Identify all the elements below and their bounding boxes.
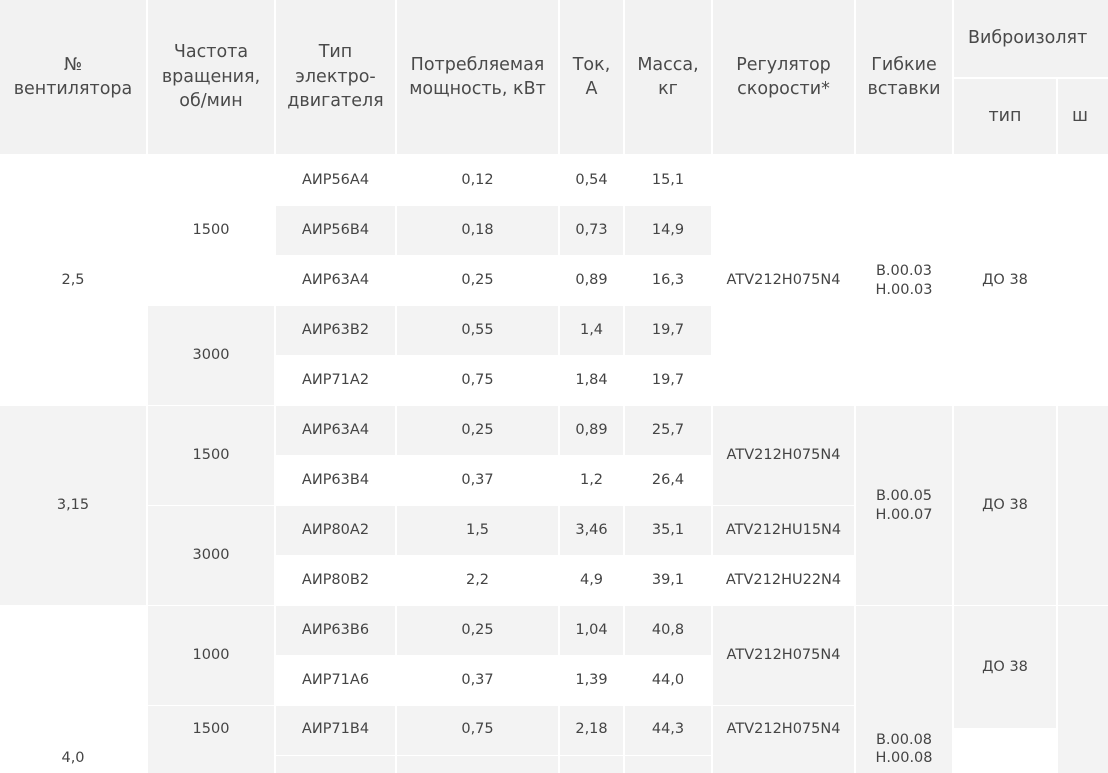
- motor-type-cell: АИР71А2: [276, 356, 395, 405]
- motor-type-cell: АИР63В6: [276, 606, 395, 655]
- current-cell: 2,18: [560, 706, 623, 755]
- current-cell: 0,54: [560, 156, 623, 205]
- vibro-type-cell: ДО 38: [954, 406, 1056, 605]
- header-vibro-type: тип: [954, 79, 1056, 154]
- motor-type-cell: АИР71В4: [276, 706, 395, 755]
- mass-cell: 19,7: [625, 356, 711, 405]
- current-cell: 4,9: [560, 556, 623, 605]
- mass-cell: 15,1: [625, 156, 711, 205]
- mass-cell: 35,1: [625, 506, 711, 555]
- mass-cell: 16,3: [625, 256, 711, 305]
- power-cell: 0,55: [397, 306, 558, 355]
- rotation-speed-cell: 3000: [148, 506, 274, 605]
- power-cell: 0,75: [397, 706, 558, 755]
- header-current: Ток, А: [560, 0, 623, 154]
- row-filler: [276, 756, 395, 773]
- current-cell: 0,73: [560, 206, 623, 255]
- motor-type-cell: АИР56В4: [276, 206, 395, 255]
- rotation-speed-cell: 1000: [148, 606, 274, 705]
- current-cell: 0,89: [560, 256, 623, 305]
- row-filler: [625, 756, 711, 773]
- mass-cell: 44,0: [625, 656, 711, 705]
- fan-number-cell: 2,5: [0, 156, 146, 405]
- speed-regulator-cell: ATV212H075N4: [713, 706, 854, 773]
- motor-type-cell: АИР63В2: [276, 306, 395, 355]
- power-cell: 0,37: [397, 656, 558, 705]
- power-cell: 0,12: [397, 156, 558, 205]
- speed-regulator-cell: ATV212H075N4: [713, 156, 854, 405]
- mass-cell: 19,7: [625, 306, 711, 355]
- row-filler: [560, 756, 623, 773]
- speed-regulator-cell: ATV212H075N4: [713, 406, 854, 505]
- row-filler: [397, 756, 558, 773]
- header-motor-type: Тип электро- двигателя: [276, 0, 395, 154]
- current-cell: 0,89: [560, 406, 623, 455]
- current-cell: 1,04: [560, 606, 623, 655]
- vibro-cut-cell: [1058, 606, 1108, 773]
- power-cell: 0,25: [397, 606, 558, 655]
- motor-type-cell: АИР80В2: [276, 556, 395, 605]
- motor-type-cell: АИР80А2: [276, 506, 395, 555]
- mass-cell: 39,1: [625, 556, 711, 605]
- mass-cell: 44,3: [625, 706, 711, 755]
- fan-spec-table: № вентилятора Частота вращения, об/мин Тип…: [0, 0, 1108, 773]
- header-mass: Масса, кг: [625, 0, 711, 154]
- fan-number-cell: 4,0: [0, 606, 146, 773]
- header-speed-regulator: Регулятор скорости*: [713, 0, 854, 154]
- current-cell: 1,84: [560, 356, 623, 405]
- header-flexible-inserts: Гибкие вставки: [856, 0, 952, 154]
- current-cell: 1,2: [560, 456, 623, 505]
- speed-regulator-cell: ATV212HU15N4: [713, 506, 854, 555]
- power-cell: 2,2: [397, 556, 558, 605]
- rotation-speed-cell: 3000: [148, 306, 274, 405]
- flexible-inserts-cell: В.00.08 Н.00.08: [856, 606, 952, 773]
- power-cell: 1,5: [397, 506, 558, 555]
- power-cell: 0,18: [397, 206, 558, 255]
- header-rotation-speed: Частота вращения, об/мин: [148, 0, 274, 154]
- vibro-cut-cell: [1058, 156, 1108, 405]
- mass-cell: 14,9: [625, 206, 711, 255]
- rotation-speed-cell: 1500: [148, 156, 274, 305]
- vibro-type-cell: ДО 38: [954, 606, 1056, 728]
- power-cell: 0,25: [397, 406, 558, 455]
- header-vibro-cut: ш: [1058, 79, 1108, 154]
- motor-type-cell: АИР63А4: [276, 256, 395, 305]
- vibro-type-cell: ДО 38: [954, 156, 1056, 405]
- current-cell: 1,4: [560, 306, 623, 355]
- mass-cell: 40,8: [625, 606, 711, 655]
- flexible-inserts-cell: В.00.05 Н.00.07: [856, 406, 952, 605]
- rotation-speed-cell: 1500: [148, 406, 274, 505]
- mass-cell: 25,7: [625, 406, 711, 455]
- motor-type-cell: АИР71А6: [276, 656, 395, 705]
- current-cell: 1,39: [560, 656, 623, 705]
- speed-regulator-cell: ATV212HU22N4: [713, 556, 854, 605]
- motor-type-cell: АИР63А4: [276, 406, 395, 455]
- flexible-inserts-cell: В.00.03 Н.00.03: [856, 156, 952, 405]
- fan-number-cell: 3,15: [0, 406, 146, 605]
- current-cell: 3,46: [560, 506, 623, 555]
- header-power: Потребляемая мощность, кВт: [397, 0, 558, 154]
- vibro-type-cell-empty: [954, 730, 1056, 773]
- motor-type-cell: АИР63В4: [276, 456, 395, 505]
- power-cell: 0,75: [397, 356, 558, 405]
- motor-type-cell: АИР56А4: [276, 156, 395, 205]
- power-cell: 0,37: [397, 456, 558, 505]
- vibro-cut-cell: [1058, 406, 1108, 605]
- header-vibration-isolators: Виброизолят: [954, 0, 1108, 77]
- speed-regulator-cell: ATV212H075N4: [713, 606, 854, 705]
- power-cell: 0,25: [397, 256, 558, 305]
- mass-cell: 26,4: [625, 456, 711, 505]
- header-fan-number: № вентилятора: [0, 0, 146, 154]
- rotation-speed-cell: 1500: [148, 706, 274, 773]
